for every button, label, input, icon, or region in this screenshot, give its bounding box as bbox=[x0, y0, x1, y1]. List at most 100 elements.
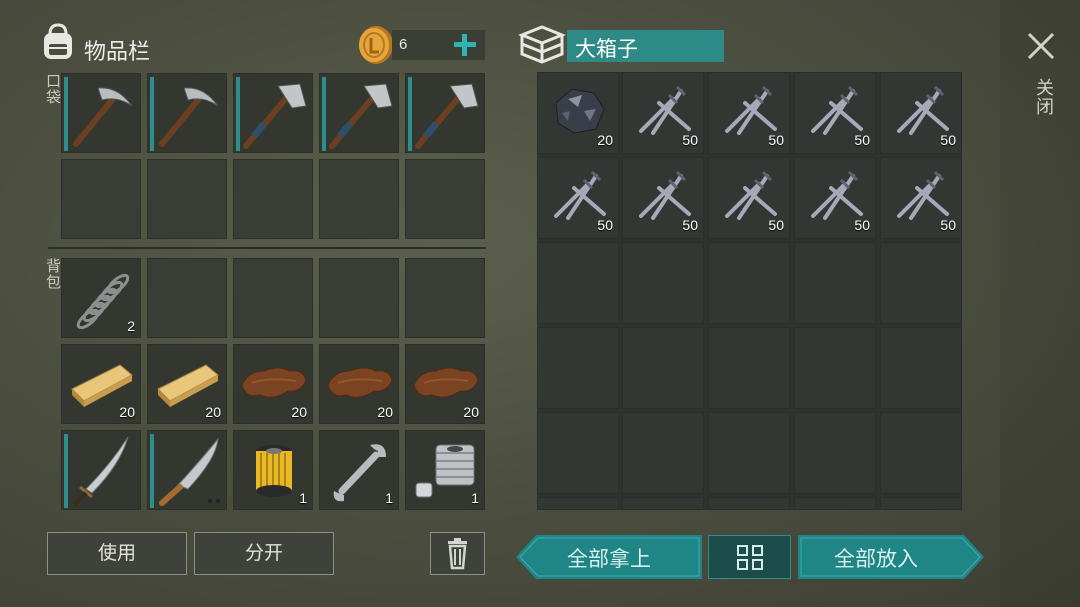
use-button-label: 使用 bbox=[97, 542, 136, 564]
item-count: 1 bbox=[299, 490, 307, 506]
container-slot-14[interactable] bbox=[794, 242, 876, 324]
container-slot-20[interactable] bbox=[880, 327, 962, 409]
pocket-slot-1[interactable] bbox=[61, 73, 141, 153]
pocket-slot-10[interactable] bbox=[405, 159, 485, 239]
pocket-slot-8[interactable] bbox=[233, 159, 313, 239]
container-slot-1[interactable]: 20 bbox=[537, 72, 619, 154]
pocket-slot-4[interactable] bbox=[319, 73, 399, 153]
container-slot-4[interactable]: 50 bbox=[794, 72, 876, 154]
pocket-slot-3[interactable] bbox=[233, 73, 313, 153]
trash-button[interactable] bbox=[430, 532, 485, 575]
grid-sort-icon bbox=[737, 545, 763, 570]
item-count: 50 bbox=[597, 217, 613, 233]
container-slot-13[interactable] bbox=[708, 242, 790, 324]
backpack-slot-9[interactable]: 20 bbox=[319, 344, 399, 424]
backpack-slot-7[interactable]: 20 bbox=[147, 344, 227, 424]
container-slot-19[interactable] bbox=[794, 327, 876, 409]
hatchet-icon bbox=[329, 83, 393, 149]
container-slot-16[interactable] bbox=[537, 327, 619, 409]
pickaxe-icon bbox=[73, 87, 133, 147]
container-slot-5[interactable]: 50 bbox=[880, 72, 962, 154]
split-button[interactable]: 分开 bbox=[194, 532, 334, 575]
crate-icon bbox=[517, 24, 567, 68]
container-panel: 大箱子 20 50 50 50 50 50 50 50 50 50 全部拿上 全… bbox=[500, 0, 1000, 607]
container-title: 大箱子 bbox=[575, 37, 638, 61]
container-slot-18[interactable] bbox=[708, 327, 790, 409]
container-slot-22[interactable] bbox=[622, 412, 704, 494]
backpack-slot-11[interactable] bbox=[61, 430, 141, 510]
container-slot-9[interactable]: 50 bbox=[794, 157, 876, 239]
backpack-slot-5[interactable] bbox=[405, 258, 485, 338]
container-slot-6[interactable]: 50 bbox=[537, 157, 619, 239]
trash-icon bbox=[448, 538, 467, 570]
item-count: 20 bbox=[205, 404, 221, 420]
item-count: 50 bbox=[682, 132, 698, 148]
hatchet-icon bbox=[415, 83, 479, 149]
container-slot-15[interactable] bbox=[880, 242, 962, 324]
pocket-slot-9[interactable] bbox=[319, 159, 399, 239]
backpack-slot-8[interactable]: 20 bbox=[233, 344, 313, 424]
container-slot-27[interactable] bbox=[622, 497, 704, 510]
split-button-label: 分开 bbox=[244, 542, 283, 564]
backpack-slot-2[interactable] bbox=[147, 258, 227, 338]
item-count: 50 bbox=[682, 217, 698, 233]
item-count: 1 bbox=[471, 490, 479, 506]
sort-button[interactable] bbox=[708, 535, 791, 579]
container-slot-2[interactable]: 50 bbox=[622, 72, 704, 154]
backpack-slot-6[interactable]: 20 bbox=[61, 344, 141, 424]
section-divider bbox=[48, 247, 486, 249]
backpack-slot-14[interactable]: 1 bbox=[319, 430, 399, 510]
container-slot-3[interactable]: 50 bbox=[708, 72, 790, 154]
container-slot-11[interactable] bbox=[537, 242, 619, 324]
container-slot-12[interactable] bbox=[622, 242, 704, 324]
pocket-slot-2[interactable] bbox=[147, 73, 227, 153]
sword-icon bbox=[72, 436, 129, 507]
container-slot-28[interactable] bbox=[708, 497, 790, 510]
container-slot-23[interactable] bbox=[708, 412, 790, 494]
item-count: 20 bbox=[597, 132, 613, 148]
inventory-panel: 物品栏 6 口袋 背包 2 20 20 20 20 20 1 1 1 使用 分开 bbox=[0, 0, 500, 607]
take-all-label: 全部拿上 bbox=[567, 547, 651, 571]
pocket-slot-5[interactable] bbox=[405, 73, 485, 153]
backpack-slot-1[interactable]: 2 bbox=[61, 258, 141, 338]
close-button[interactable]: 关闭 bbox=[1022, 28, 1060, 128]
add-coins-icon[interactable] bbox=[452, 32, 478, 62]
put-all-label: 全部放入 bbox=[834, 547, 918, 571]
backpack-slot-4[interactable] bbox=[319, 258, 399, 338]
pocket-slot-6[interactable] bbox=[61, 159, 141, 239]
container-slot-24[interactable] bbox=[794, 412, 876, 494]
inventory-title: 物品栏 bbox=[84, 40, 151, 65]
item-count: 50 bbox=[854, 132, 870, 148]
item-count: 50 bbox=[768, 132, 784, 148]
container-slot-26[interactable] bbox=[537, 497, 619, 510]
container-slot-10[interactable]: 50 bbox=[880, 157, 962, 239]
hatchet-icon bbox=[243, 83, 307, 149]
backpack-icon bbox=[38, 22, 78, 66]
container-slot-30[interactable] bbox=[880, 497, 962, 510]
container-slot-8[interactable]: 50 bbox=[708, 157, 790, 239]
container-slot-21[interactable] bbox=[537, 412, 619, 494]
backpack-slot-10[interactable]: 20 bbox=[405, 344, 485, 424]
pickaxe-icon bbox=[159, 87, 219, 147]
coin-icon bbox=[357, 25, 395, 69]
backpack-slot-12[interactable] bbox=[147, 430, 227, 510]
container-slot-25[interactable] bbox=[880, 412, 962, 494]
item-count: 20 bbox=[119, 404, 135, 420]
item-count: 1 bbox=[385, 490, 393, 506]
item-count: 50 bbox=[768, 217, 784, 233]
pocket-slot-7[interactable] bbox=[147, 159, 227, 239]
coin-count: 6 bbox=[399, 36, 408, 53]
close-icon bbox=[1027, 32, 1055, 60]
backpack-slot-15[interactable]: 1 bbox=[405, 430, 485, 510]
backpack-slot-3[interactable] bbox=[233, 258, 313, 338]
container-slot-17[interactable] bbox=[622, 327, 704, 409]
use-button[interactable]: 使用 bbox=[47, 532, 187, 575]
backpack-slot-13[interactable]: 1 bbox=[233, 430, 313, 510]
machete-icon bbox=[159, 437, 220, 506]
container-slot-29[interactable] bbox=[794, 497, 876, 510]
item-count: 2 bbox=[127, 318, 135, 334]
item-count: 20 bbox=[463, 404, 479, 420]
item-count: 20 bbox=[377, 404, 393, 420]
item-count: 50 bbox=[940, 217, 956, 233]
container-slot-7[interactable]: 50 bbox=[622, 157, 704, 239]
